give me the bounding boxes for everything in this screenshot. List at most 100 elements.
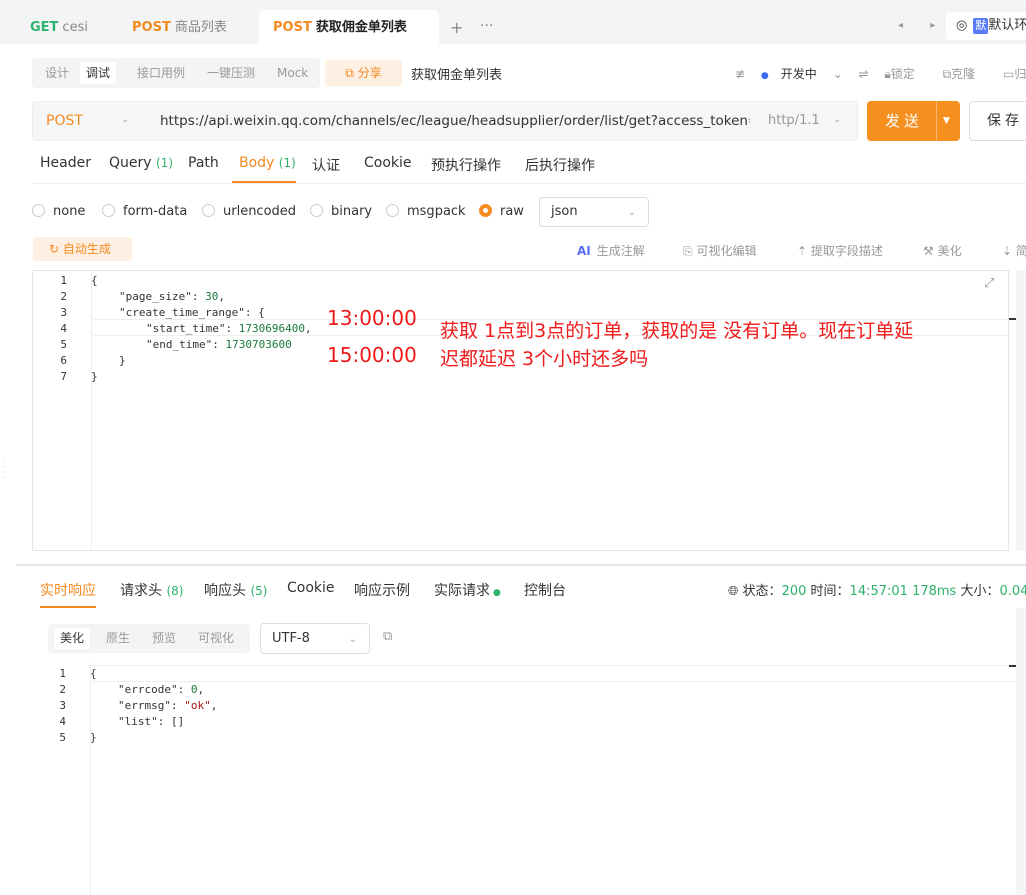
tab-count: (5) <box>250 584 268 598</box>
format-visual[interactable]: 可视化 <box>192 628 240 649</box>
code-line: } <box>91 369 98 385</box>
ai-annotate-button[interactable]: AI 生成注解 <box>577 242 645 259</box>
tab-cookie[interactable]: Cookie <box>364 155 412 171</box>
send-options-chevron-icon[interactable]: ▼ <box>943 101 950 141</box>
status-select[interactable]: ● 开发中 ⌄ <box>761 67 843 81</box>
tab-auth[interactable]: 认证 <box>312 155 340 175</box>
http-method-select[interactable]: POST <box>46 113 83 129</box>
radio-raw[interactable]: raw <box>479 204 524 219</box>
code-line: } <box>90 730 97 746</box>
tab-pre-actions[interactable]: 预执行操作 <box>431 155 501 175</box>
status-code: 200 <box>781 584 807 599</box>
json-key: "create_time_range" <box>119 306 245 319</box>
mode-test-case[interactable]: 接口用例 <box>131 62 191 84</box>
tab-live-response[interactable]: 实时响应 <box>40 580 96 600</box>
tab-header[interactable]: Header <box>40 155 91 171</box>
beautify-button[interactable]: ⚒ 美化 <box>923 242 962 259</box>
tab-response-headers[interactable]: 响应头 (5) <box>204 580 267 600</box>
format-pretty[interactable]: 美化 <box>54 628 91 649</box>
copy-icon[interactable]: ⧉ <box>383 629 392 644</box>
radio-none[interactable]: none <box>32 204 85 219</box>
tab-get-cesi[interactable]: GET cesi <box>16 12 102 44</box>
mode-debug[interactable]: 调试 <box>80 62 117 84</box>
auto-generate-button[interactable]: ↻ 自动生成 <box>33 237 132 261</box>
environment-select[interactable]: ◎ 默默认环 <box>946 12 1026 40</box>
radio-binary[interactable]: binary <box>310 204 372 219</box>
radio-label: binary <box>331 204 373 219</box>
tab-body[interactable]: Body (1) <box>239 155 296 171</box>
tab-request-headers[interactable]: 请求头 (8) <box>120 580 183 600</box>
tab-post-actions[interactable]: 后执行操作 <box>525 155 595 175</box>
archive-button[interactable]: ▭归 <box>1003 67 1026 81</box>
chevron-down-icon[interactable]: ⌄ <box>121 114 129 125</box>
share-button[interactable]: ⧉ 分享 <box>325 60 402 86</box>
simplify-button[interactable]: ⇣ 简 <box>1002 242 1026 259</box>
tab-actual-request[interactable]: 实际请求 ● <box>434 580 501 600</box>
lock-button[interactable]: 🔒︎锁定 <box>884 67 926 81</box>
tab-method: POST <box>273 20 312 35</box>
format-preview[interactable]: 预览 <box>146 628 182 649</box>
visual-edit-button[interactable]: ⎘ 可视化编辑 <box>683 242 756 259</box>
mode-load-test[interactable]: 一键压测 <box>201 62 261 84</box>
format-icon[interactable]: ≢ <box>735 67 745 81</box>
tab-label: Cookie <box>364 155 412 171</box>
raw-format-select[interactable]: json ⌄ <box>539 197 649 227</box>
encoding-select[interactable]: UTF-8 ⌄ <box>260 623 370 654</box>
sort-icon[interactable]: ⇌ <box>858 67 868 81</box>
tab-name: 商品列表 <box>174 20 227 35</box>
radio-circle-icon <box>386 204 399 217</box>
line-number: 3 <box>59 699 66 712</box>
response-scrollbar[interactable] <box>1016 608 1026 895</box>
json-key: "errmsg" <box>118 699 171 712</box>
mode-mock[interactable]: Mock <box>271 62 314 84</box>
response-format-switcher: 美化 原生 预览 可视化 <box>48 624 250 653</box>
save-button[interactable]: 保存 <box>969 101 1026 141</box>
tab-post-product-list[interactable]: POST 商品列表 <box>118 12 241 44</box>
request-body-editor[interactable]: 1 2 3 4 5 6 7 { "page_size": 30, "create… <box>32 270 1009 551</box>
format-raw[interactable]: 原生 <box>100 628 136 649</box>
tab-console[interactable]: 控制台 <box>524 580 566 600</box>
size-label: 大小： <box>960 584 1000 599</box>
clone-button[interactable]: ⧉克隆 <box>943 67 988 81</box>
chevron-down-icon[interactable]: ⌄ <box>833 114 841 125</box>
code-line: } <box>119 353 126 369</box>
more-tabs-icon[interactable]: ··· <box>480 18 493 34</box>
line-number: 7 <box>60 370 67 383</box>
url-input[interactable]: https://api.weixin.qq.com/channels/ec/le… <box>160 113 750 129</box>
radio-form-data[interactable]: form-data <box>102 204 187 219</box>
mode-switcher: 设计 调试 接口用例 一键压测 Mock <box>32 58 320 88</box>
tab-response-example[interactable]: 响应示例 <box>354 580 410 600</box>
annotation-note-line1: 获取 1点到3点的订单，获取的是 没有订单。现在订单延 <box>440 320 914 342</box>
radio-circle-icon <box>102 204 115 217</box>
protocol-select[interactable]: http/1.1 <box>768 113 820 128</box>
compress-icon: ⇣ <box>1002 244 1013 258</box>
code-line: "end_time": 1730703600 <box>146 338 292 351</box>
tab-count: (1) <box>156 156 173 170</box>
radio-circle-icon <box>202 204 215 217</box>
tab-nav-arrows-icon[interactable]: ◂ ▸ <box>898 20 947 31</box>
radio-checked-icon <box>479 204 492 217</box>
tab-post-commission-list[interactable]: POST 获取佣金单列表 <box>259 10 439 44</box>
response-body-viewer[interactable]: 1 2 3 4 5 { "errcode": 0, "errmsg": "ok"… <box>32 663 1026 895</box>
brace: } <box>119 354 126 367</box>
send-button[interactable]: 发送 ▼ <box>867 101 960 141</box>
radio-urlencoded[interactable]: urlencoded <box>202 204 296 219</box>
request-scrollbar[interactable] <box>1016 270 1026 551</box>
extract-fields-button[interactable]: ⇡ 提取字段描述 <box>797 242 883 259</box>
panel-divider[interactable] <box>16 564 1026 566</box>
mode-design[interactable]: 设计 <box>39 62 75 84</box>
send-divider <box>936 101 937 141</box>
tab-label: Body <box>239 155 275 171</box>
expand-icon[interactable]: ⤢ <box>984 276 994 291</box>
request-title[interactable]: 获取佣金单列表 <box>411 64 502 83</box>
chevron-down-icon: ⌄ <box>627 207 636 218</box>
tab-path[interactable]: Path <box>188 155 219 171</box>
current-line-highlight <box>92 665 1026 682</box>
radio-msgpack[interactable]: msgpack <box>386 204 466 219</box>
add-tab-icon[interactable]: + <box>450 18 463 37</box>
response-size: 0.04 <box>999 584 1026 599</box>
tab-response-cookie[interactable]: Cookie <box>287 580 335 596</box>
tab-query[interactable]: Query (1) <box>109 155 173 171</box>
chevron-down-icon: ⌄ <box>348 634 357 645</box>
drag-handle-icon[interactable]: · · · · <box>2 459 5 482</box>
